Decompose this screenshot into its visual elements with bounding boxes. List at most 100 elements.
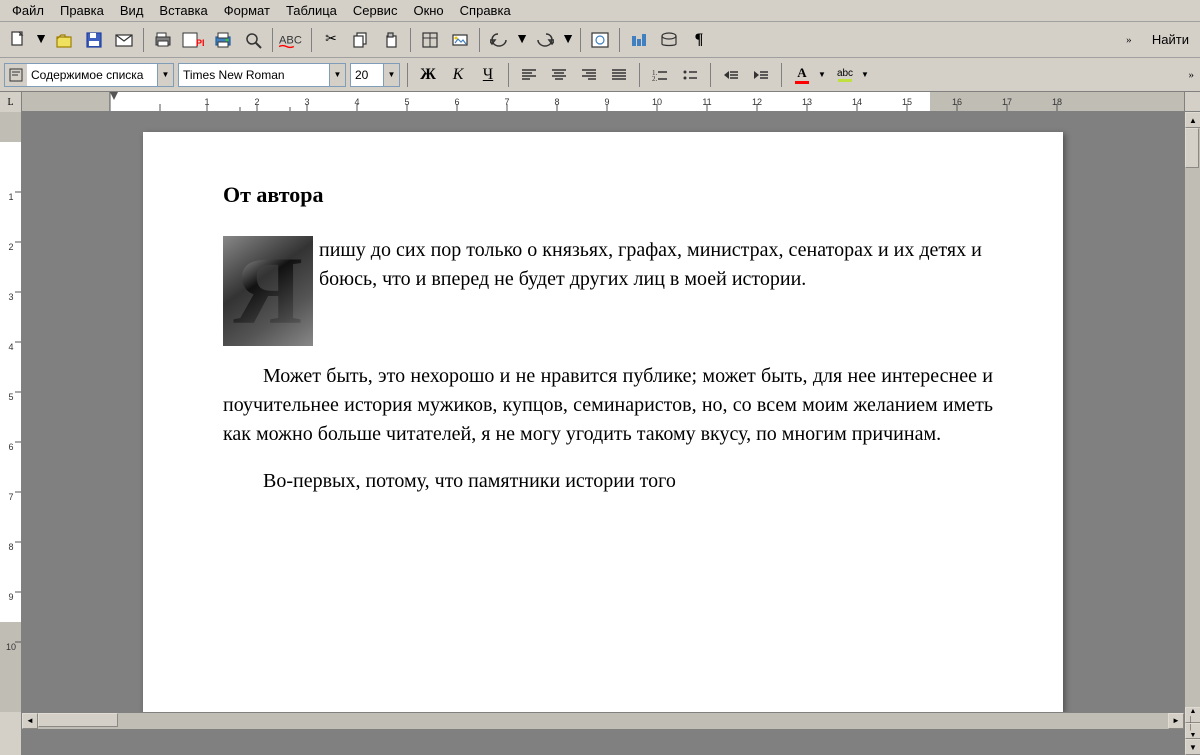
size-dropdown-arrow[interactable]: ▼ [383,64,399,86]
menu-tools[interactable]: Сервис [345,1,406,20]
svg-text:8: 8 [8,542,13,552]
scroll-v-track[interactable] [1185,128,1200,707]
sep5 [479,28,480,52]
scroll-h-track[interactable] [38,713,1168,729]
insert-image-button[interactable] [446,27,474,53]
chart-button[interactable] [625,27,653,53]
size-value: 20 [351,68,383,82]
copy-button[interactable] [347,27,375,53]
svg-text:9: 9 [8,592,13,602]
scroll-left-button[interactable]: ◄ [22,713,38,729]
font-dropdown-arrow[interactable]: ▼ [329,64,345,86]
ruler-right-scroll [1184,92,1200,111]
align-right-button[interactable] [576,63,602,87]
font-selector[interactable]: Times New Roman ▼ [178,63,346,87]
scroll-page-down-button[interactable]: |▼ [1185,723,1200,739]
open-button[interactable] [50,27,78,53]
menu-table[interactable]: Таблица [278,1,345,20]
insert-table-button[interactable] [416,27,444,53]
paragraph-with-dropcap: Я пишу до сих пор только о князьях, граф… [223,236,993,346]
underline-button[interactable]: Ч [475,63,501,87]
cut-button[interactable]: ✂ [317,27,345,53]
align-left-button[interactable] [516,63,542,87]
spell-check-button[interactable]: ABC [278,27,306,53]
align-center-button[interactable] [546,63,572,87]
expand-toolbar-button[interactable]: » [1115,27,1143,53]
document-page: От автора Я пишу до сих пор только о кня… [143,132,1063,712]
print-button[interactable] [209,27,237,53]
style-selector[interactable]: Содержимое списка ▼ [4,63,174,87]
scroll-page-up-button[interactable]: ▲| [1185,707,1200,723]
vertical-scrollbar: ▲ ▲| |▼ ▼ [1184,112,1200,755]
sep-format4 [710,63,711,87]
svg-text:7: 7 [8,492,13,502]
menu-bar: Файл Правка Вид Вставка Формат Таблица С… [0,0,1200,22]
datasource-button[interactable] [655,27,683,53]
vertical-ruler: 1 2 3 4 5 6 7 8 9 10 [0,112,22,755]
menu-view[interactable]: Вид [112,1,152,20]
new-button[interactable] [4,27,32,53]
font-color-button[interactable]: A [789,63,815,87]
scroll-h-thumb[interactable] [38,713,118,727]
undo-dropdown[interactable]: ▼ [515,27,529,53]
paragraph2: Может быть, это нехорошо и не нравится п… [223,362,993,449]
highlight-button[interactable]: abc [832,63,858,87]
scroll-up-button[interactable]: ▲ [1185,112,1200,128]
scroll-v-thumb[interactable] [1185,128,1199,168]
redo-dropdown[interactable]: ▼ [561,27,575,53]
highlight-dropdown[interactable]: ▼ [859,64,871,86]
font-color-dropdown[interactable]: ▼ [816,64,828,86]
paste-button[interactable] [377,27,405,53]
font-value: Times New Roman [179,68,329,82]
highlight-color-group: abc ▼ [832,63,871,87]
menu-help[interactable]: Справка [452,1,519,20]
email-button[interactable] [110,27,138,53]
horizontal-ruler: 1 2 3 4 5 6 7 8 9 10 11 12 13 [22,92,1184,111]
sep4 [410,28,411,52]
sep-format2 [508,63,509,87]
menu-format[interactable]: Формат [216,1,278,20]
align-justify-button[interactable] [606,63,632,87]
svg-text:1: 1 [8,192,13,202]
size-selector[interactable]: 20 ▼ [350,63,400,87]
find-button[interactable]: Найти [1145,27,1196,53]
scroll-right-button[interactable]: ► [1168,713,1184,729]
toolbar-main: ▼ PDF ABC ✂ ▼ [0,22,1200,58]
ordered-list-button[interactable]: 1.2. [647,63,673,87]
menu-insert[interactable]: Вставка [151,1,215,20]
sep3 [311,28,312,52]
sep-format5 [781,63,782,87]
svg-text:PDF: PDF [196,38,204,48]
svg-text:10: 10 [6,642,16,652]
main-area: 1 2 3 4 5 6 7 8 9 10 От автора [0,112,1200,755]
undo-button[interactable] [485,27,513,53]
svg-text:4: 4 [8,342,13,352]
menu-window[interactable]: Окно [405,1,451,20]
sep2 [272,28,273,52]
print-preview-button[interactable] [149,27,177,53]
save-button[interactable] [80,27,108,53]
svg-text:5: 5 [8,392,13,402]
italic-button[interactable]: К [445,63,471,87]
menu-edit[interactable]: Правка [52,1,112,20]
style-icon [5,64,27,86]
redo-button[interactable] [531,27,559,53]
export-pdf-button[interactable]: PDF [179,27,207,53]
svg-text:2.: 2. [652,75,658,82]
svg-text:6: 6 [8,442,13,452]
bold-button[interactable]: Ж [415,63,441,87]
style-dropdown-arrow[interactable]: ▼ [157,64,173,86]
navigator-button[interactable] [586,27,614,53]
menu-file[interactable]: Файл [4,1,52,20]
paragraph3: Во-первых, потому, что памятники истории… [223,467,993,496]
expand-format-toolbar[interactable]: » [1187,67,1197,83]
increase-indent-button[interactable] [748,63,774,87]
sep6 [580,28,581,52]
ruler-corner[interactable]: L [0,92,22,112]
paragraph-marks-button[interactable]: ¶ [685,27,713,53]
unordered-list-button[interactable] [677,63,703,87]
new-dropdown-button[interactable]: ▼ [34,27,48,53]
decrease-indent-button[interactable] [718,63,744,87]
scroll-down-button[interactable]: ▼ [1185,739,1200,755]
find-toolbar-button[interactable] [239,27,267,53]
